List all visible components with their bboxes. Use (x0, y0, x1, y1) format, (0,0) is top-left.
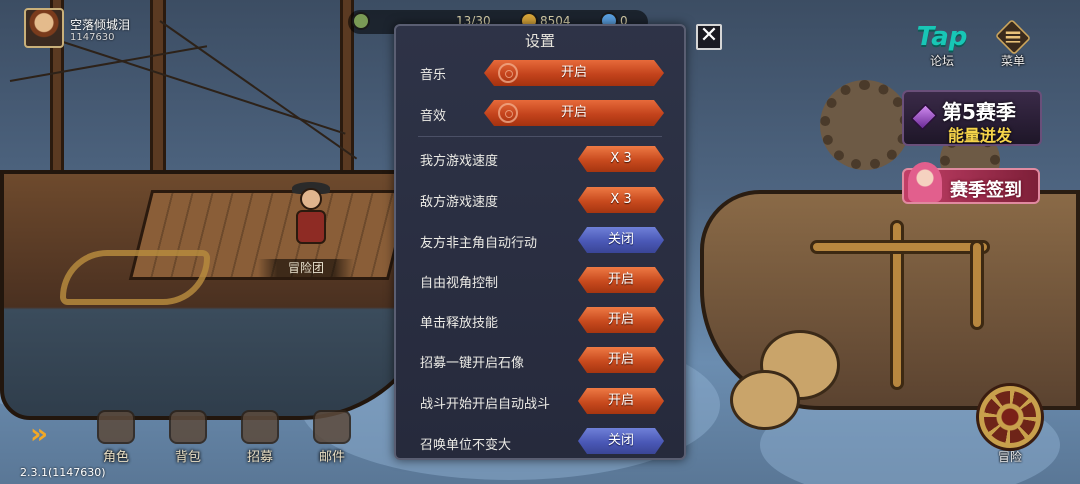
recruit-icon (241, 410, 279, 444)
nav-item-bag[interactable]: 背包 (158, 410, 218, 465)
ally-auto-action-label: 友方非主角自动行动 (420, 236, 538, 251)
close-icon[interactable]: ✕ (696, 24, 722, 50)
forum-label: 论坛 (929, 54, 954, 68)
mail-icon (313, 410, 351, 444)
summon-size-label: 召唤单位不变大 (420, 438, 512, 453)
version-label: 2.3.1(1147630) (20, 466, 106, 479)
free-camera-label: 自由视角控制 (420, 276, 499, 291)
auto-battle-label: 战斗开始开启自动战斗 (420, 397, 551, 412)
season-subtitle: 能量迸发 (948, 126, 1013, 145)
season-title: 第5赛季 (942, 100, 1016, 124)
nav-item-recruit[interactable]: 招募 (230, 410, 290, 465)
settings-title: 设置 (524, 32, 555, 50)
expand-arrow-icon[interactable]: » (30, 414, 70, 454)
ship-wheel-icon (979, 386, 1041, 448)
nav-item-role[interactable]: 角色 (86, 410, 146, 465)
airship-pipe (810, 240, 990, 254)
role-icon (97, 410, 135, 444)
enemy-speed-label: 敌方游戏速度 (420, 195, 499, 210)
menu-button[interactable]: 菜单 (986, 18, 1040, 74)
character-head (300, 188, 322, 210)
stamina-icon (352, 12, 370, 30)
gear-icon (820, 80, 910, 170)
our-speed-label: 我方游戏速度 (420, 154, 499, 169)
pirate-character[interactable] (288, 182, 332, 252)
music-note-icon (498, 63, 518, 83)
adventure-label: 冒险 (997, 450, 1022, 464)
music-toggle[interactable]: 开启 (484, 60, 664, 86)
cargo-sack (730, 370, 800, 430)
ship-rope (9, 45, 208, 82)
hull-ornament (60, 250, 210, 305)
season-character-icon (908, 162, 942, 202)
taptap-logo-icon: Tap (916, 22, 968, 52)
ship-rope (159, 20, 358, 160)
nav-label: 角色 (102, 450, 129, 465)
sound-effect-label: 音效 (420, 109, 447, 124)
sound-note-icon (498, 103, 518, 123)
free-camera-toggle[interactable]: 开启 (578, 267, 664, 293)
player-id: 1147630 (70, 32, 115, 43)
tap-skill-toggle[interactable]: 开启 (578, 307, 664, 333)
summon-size-toggle[interactable]: 关闭 (578, 428, 664, 454)
recruit-statue-label: 招募一键开启石像 (420, 356, 525, 371)
auto-battle-toggle[interactable]: 开启 (578, 388, 664, 414)
recruit-statue-toggle[interactable]: 开启 (578, 347, 664, 373)
our-speed-button[interactable]: X 3 (578, 146, 664, 172)
player-info[interactable]: 空落倾城泪 1147630 (22, 8, 178, 48)
music-label: 音乐 (420, 68, 447, 83)
menu-icon (994, 18, 1032, 56)
season-sign-in-button[interactable]: 赛季签到 (902, 162, 1040, 204)
bottom-nav: » 角色 背包 招募 邮件 (24, 408, 404, 468)
season-banner[interactable]: 第5赛季 能量迸发 (902, 90, 1042, 146)
nav-label: 招募 (246, 450, 273, 465)
adventure-group-label[interactable]: 冒险团 (258, 259, 354, 277)
nav-label: 背包 (174, 450, 201, 465)
forum-button[interactable]: Tap 论坛 (912, 22, 972, 74)
tap-skill-label: 单击释放技能 (420, 316, 499, 331)
season-sign-in-label: 赛季签到 (950, 180, 1022, 201)
enemy-speed-button[interactable]: X 3 (578, 187, 664, 213)
player-avatar[interactable] (24, 8, 64, 48)
player-name: 空落倾城泪 (70, 18, 131, 32)
sound-effect-toggle-label: 开启 (560, 105, 587, 120)
sound-effect-toggle[interactable]: 开启 (484, 100, 664, 126)
nav-label: 邮件 (318, 450, 345, 465)
season-gem-icon (910, 103, 938, 131)
adventure-button[interactable]: 冒险 (974, 386, 1046, 476)
character-torso (296, 210, 326, 244)
nav-item-mail[interactable]: 邮件 (302, 410, 362, 465)
ally-auto-action-toggle[interactable]: 关闭 (578, 227, 664, 253)
music-toggle-label: 开启 (560, 65, 587, 80)
airship-pipe (970, 240, 984, 330)
menu-label: 菜单 (1000, 54, 1025, 68)
settings-divider (418, 136, 662, 137)
bag-icon (169, 410, 207, 444)
